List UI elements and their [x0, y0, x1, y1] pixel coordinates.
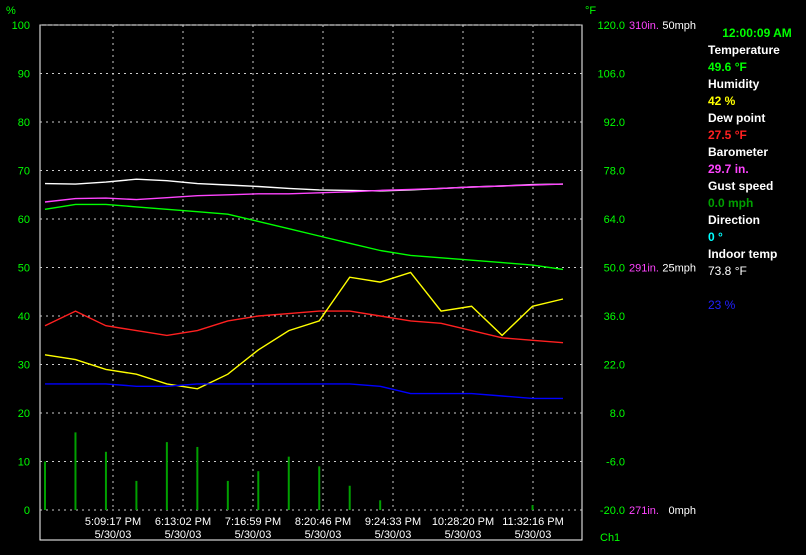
left-tick-label: 30 [18, 360, 30, 372]
x-tick-time: 8:20:46 PM [295, 516, 351, 528]
right-temp-tick-label: 36.0 [604, 311, 625, 323]
right-temp-tick-label: 92.0 [604, 117, 625, 129]
left-tick-label: 20 [18, 408, 30, 420]
left-tick-label: 90 [18, 69, 30, 81]
readout-panel: 12:00:09 AM Temperature 49.6 °F Humidity… [708, 25, 806, 314]
temperature-value: 49.6 °F [708, 60, 747, 74]
x-tick-date: 5/30/03 [445, 529, 482, 541]
channel-label: Ch1 [600, 532, 620, 544]
right-temp-tick-label: 50.0 [604, 263, 625, 275]
left-axis: % 1009080706050403020100 [6, 5, 30, 517]
barometer-value: 29.7 in. [708, 162, 749, 176]
humidity-value: 42 % [708, 94, 736, 108]
x-tick-time: 9:24:33 PM [365, 516, 421, 528]
humidity-label: Humidity [708, 77, 760, 91]
x-tick-time: 7:16:59 PM [225, 516, 281, 528]
right-temp-tick-label: 22.0 [604, 360, 625, 372]
indoor-humidity-value: 23 % [708, 298, 736, 312]
right-baro-tick-label: 291in. [629, 263, 659, 275]
right-temp-tick-label: -6.0 [606, 457, 625, 469]
right-temp-tick-label: 78.0 [604, 166, 625, 178]
x-tick-date: 5/30/03 [95, 529, 132, 541]
direction-label: Direction [708, 213, 761, 227]
left-tick-label: 80 [18, 117, 30, 129]
x-tick-time: 6:13:02 PM [155, 516, 211, 528]
direction-value: 0 ° [708, 230, 723, 244]
x-tick-date: 5/30/03 [305, 529, 342, 541]
x-tick-date: 5/30/03 [235, 529, 272, 541]
x-tick-time: 10:28:20 PM [432, 516, 494, 528]
weather-chart: % 1009080706050403020100 °F Ch1 120.0106… [6, 5, 696, 544]
dew-point-value: 27.5 °F [708, 128, 747, 142]
plot-frame [39, 24, 583, 541]
right-temp-tick-label: -20.0 [600, 505, 625, 517]
left-tick-label: 10 [18, 457, 30, 469]
temperature-label: Temperature [708, 43, 780, 57]
x-tick-date: 5/30/03 [375, 529, 412, 541]
gust-value: 0.0 mph [708, 196, 754, 210]
right-temp-tick-label: 106.0 [597, 69, 625, 81]
right-temp-tick-label: 120.0 [597, 20, 625, 32]
x-tick-time: 5:09:17 PM [85, 516, 141, 528]
right-axis: °F Ch1 120.0 106.0 92.0 78.0 64.0 50.0 36.0 22.… [585, 5, 696, 544]
left-tick-label: 100 [12, 20, 30, 32]
left-tick-label: 60 [18, 214, 30, 226]
right-temp-tick-label: 8.0 [610, 408, 625, 420]
left-tick-label: 50 [18, 263, 30, 275]
right-axis-unit: °F [585, 5, 596, 17]
left-axis-unit: % [6, 5, 16, 17]
gust-label: Gust speed [708, 179, 774, 193]
x-tick-time: 11:32:16 PM [502, 516, 564, 528]
right-temp-tick-label: 64.0 [604, 214, 625, 226]
indoor-label: Indoor temp [708, 247, 778, 261]
dew-point-label: Dew point [708, 111, 766, 125]
left-tick-label: 70 [18, 166, 30, 178]
right-baro-tick-label: 271in. [629, 505, 659, 517]
right-baro-tick-label: 310in. [629, 20, 659, 32]
right-wind-tick-label: 25mph [662, 263, 696, 275]
barometer-label: Barometer [708, 145, 769, 159]
right-wind-tick-label: 50mph [662, 20, 696, 32]
x-tick-date: 5/30/03 [515, 529, 552, 541]
x-tick-date: 5/30/03 [165, 529, 202, 541]
left-tick-label: 0 [24, 505, 30, 517]
left-tick-label: 40 [18, 311, 30, 323]
readout-time: 12:00:09 AM [722, 26, 792, 40]
indoor-value: 73.8 °F [708, 264, 747, 278]
right-wind-tick-label: 0mph [668, 505, 696, 517]
